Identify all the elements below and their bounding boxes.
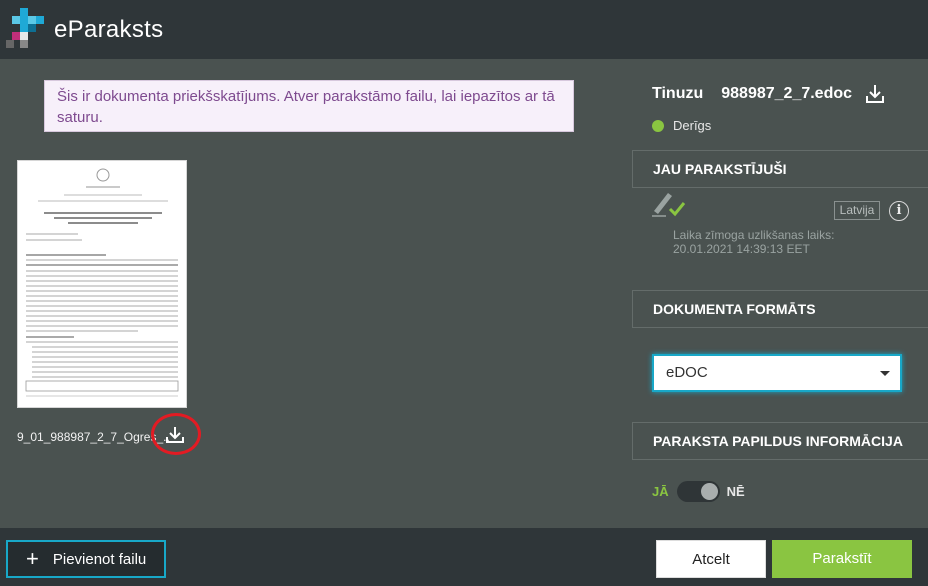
status-dot-icon bbox=[652, 119, 664, 132]
format-selected-value: eDOC bbox=[666, 364, 708, 381]
format-select[interactable]: eDOC bbox=[652, 354, 902, 392]
extra-info-toggle[interactable] bbox=[676, 481, 720, 502]
extra-info-toggle-group: JĀ NĒ bbox=[652, 481, 745, 502]
brand-title: eParaksts bbox=[54, 16, 164, 43]
timestamp-label: Laika zīmoga uzlikšanas laiks: bbox=[673, 228, 835, 242]
status-text: Derīgs bbox=[673, 118, 712, 133]
preview-notice: Šis ir dokumenta priekšskatījums. Atver … bbox=[44, 80, 574, 132]
container-download-icon[interactable] bbox=[862, 82, 888, 106]
sign-button[interactable]: Parakstīt bbox=[772, 540, 912, 578]
add-file-label: Pievienot failu bbox=[52, 550, 147, 568]
info-icon[interactable]: i bbox=[889, 201, 909, 221]
validity-status: Derīgs bbox=[652, 118, 711, 133]
toggle-on-label: JĀ bbox=[652, 484, 669, 499]
container-file-name: 988987_2_7.edoc bbox=[721, 85, 853, 102]
caret-down-icon bbox=[880, 371, 890, 376]
container-type: Tinuzu bbox=[652, 85, 704, 102]
container-title: Tinuzu 988987_2_7.edoc bbox=[652, 85, 852, 103]
section-format-header: DOKUMENTA FORMĀTS bbox=[632, 290, 928, 328]
document-page-preview bbox=[25, 168, 179, 397]
signer-country-badge: Latvija bbox=[834, 201, 880, 220]
document-thumbnail[interactable] bbox=[17, 160, 187, 408]
signature-valid-icon bbox=[652, 193, 686, 217]
timestamp-value: 20.01.2021 14:39:13 EET bbox=[673, 242, 810, 256]
highlight-circle bbox=[151, 413, 201, 455]
add-file-button[interactable]: + Pievienot failu bbox=[6, 540, 166, 578]
eparaksts-logo-icon bbox=[6, 8, 44, 48]
document-file-name: 9_01_988987_2_7_Ogres_.. bbox=[17, 430, 170, 444]
timestamp-info: Laika zīmoga uzlikšanas laiks: 20.01.202… bbox=[673, 228, 873, 256]
toggle-knob bbox=[700, 483, 718, 500]
cancel-button[interactable]: Atcelt bbox=[656, 540, 766, 578]
plus-icon: + bbox=[26, 546, 39, 571]
section-extra-info-header: PARAKSTA PAPILDUS INFORMĀCIJA bbox=[632, 422, 928, 460]
app-header: eParaksts bbox=[0, 0, 928, 59]
toggle-off-label: NĒ bbox=[726, 484, 745, 499]
section-signers-header[interactable]: JAU PARAKSTĪJUŠI bbox=[632, 150, 928, 188]
